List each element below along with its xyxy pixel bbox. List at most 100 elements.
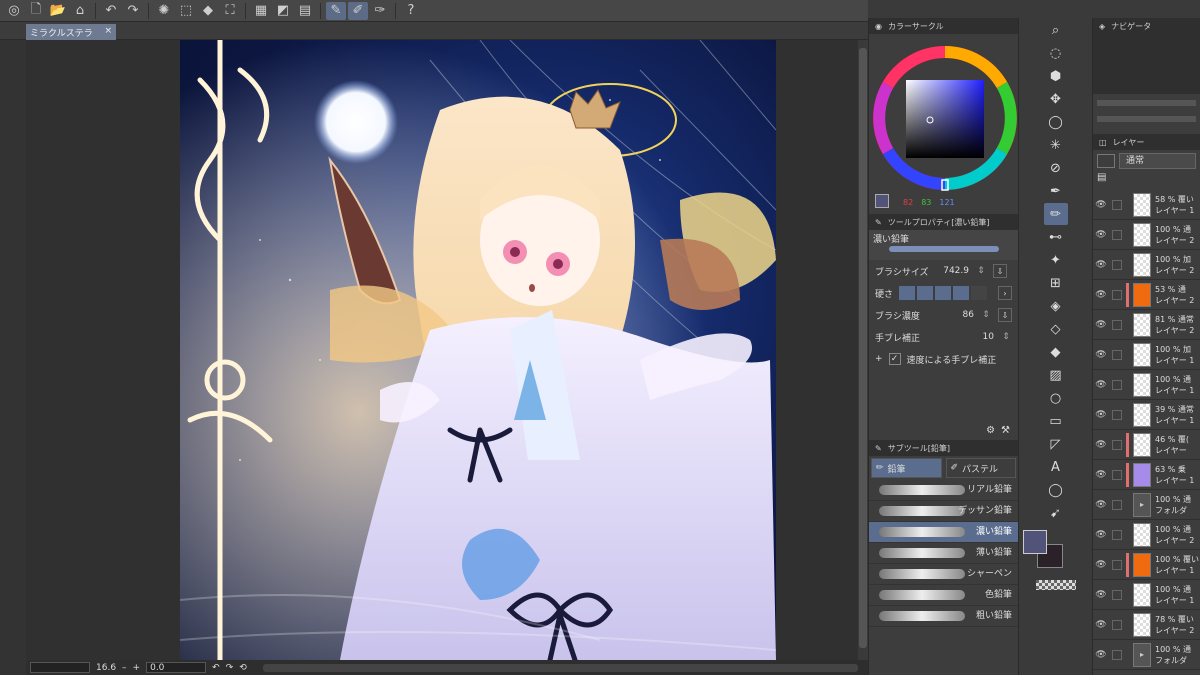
zoom-tool-icon[interactable]: ⌕: [1044, 19, 1068, 41]
density-dropdown-icon[interactable]: ⇩: [998, 308, 1012, 322]
layer-property-icon[interactable]: [1097, 154, 1115, 168]
save-icon[interactable]: ⌂: [70, 2, 90, 20]
layer-row[interactable]: 👁 63 % 乗レイヤー 1: [1093, 460, 1200, 490]
layer-lock-checkbox[interactable]: [1112, 619, 1122, 630]
blend-tool-icon[interactable]: ◈: [1044, 295, 1068, 317]
navigator-zoom-slider[interactable]: [1097, 100, 1196, 106]
eye-icon[interactable]: 👁: [1093, 380, 1109, 390]
eye-icon[interactable]: 👁: [1093, 470, 1109, 480]
rotate-right-icon[interactable]: ↷: [226, 663, 234, 673]
layer-lock-checkbox[interactable]: [1112, 319, 1122, 330]
brush-item[interactable]: 色鉛筆: [869, 585, 1018, 606]
brush-item[interactable]: 濃い鉛筆: [869, 522, 1018, 543]
tab-pencil[interactable]: ✏ 鉛筆: [871, 458, 942, 478]
brush-size-spinner-icon[interactable]: ⇕: [975, 266, 987, 276]
zoom-slider[interactable]: [30, 662, 90, 673]
main-color-chip[interactable]: [1023, 530, 1047, 554]
layer-lock-checkbox[interactable]: [1112, 649, 1122, 660]
layer-tab[interactable]: レイヤー: [1113, 137, 1145, 148]
shape-tool-icon[interactable]: ○: [1044, 387, 1068, 409]
layer-row[interactable]: 👁 100 % 通レイヤー 1: [1093, 580, 1200, 610]
main-color-swatch[interactable]: [875, 194, 889, 208]
decoration-tool-icon[interactable]: ⊞: [1044, 272, 1068, 294]
layer-lock-checkbox[interactable]: [1112, 259, 1122, 270]
pen-brush-icon[interactable]: ✎: [326, 1, 346, 20]
fill-tool-icon[interactable]: ◆: [1044, 341, 1068, 363]
undo-icon[interactable]: ↶: [101, 2, 121, 20]
ruler-icon[interactable]: ▤: [295, 2, 315, 20]
loading-spinner-icon[interactable]: ✺: [154, 2, 174, 20]
hardness-segments[interactable]: [899, 286, 992, 300]
frame-tool-icon[interactable]: ▭: [1044, 410, 1068, 432]
layer-lock-checkbox[interactable]: [1112, 559, 1122, 570]
artwork-canvas[interactable]: [180, 40, 776, 660]
reset-rotation-icon[interactable]: ⟲: [239, 663, 247, 673]
eye-icon[interactable]: 👁: [1093, 410, 1109, 420]
eye-icon[interactable]: 👁: [1093, 560, 1109, 570]
transform-icon[interactable]: ⬚: [176, 2, 196, 20]
eye-icon[interactable]: 👁: [1093, 620, 1109, 630]
brush-item[interactable]: シャーペン: [869, 564, 1018, 585]
layer-row[interactable]: 👁 39 % 通常 レイヤー 1: [1093, 400, 1200, 430]
eraser-icon[interactable]: ◇: [1044, 318, 1068, 340]
layer-lock-checkbox[interactable]: [1112, 289, 1122, 300]
move-tool-icon[interactable]: ✥: [1044, 88, 1068, 110]
eye-icon[interactable]: 👁: [1093, 200, 1109, 210]
settings-icon[interactable]: ⚙: [986, 425, 995, 436]
layer-icon[interactable]: ◩: [273, 2, 293, 20]
help-icon[interactable]: ?: [401, 2, 421, 20]
expand-icon[interactable]: +: [875, 354, 883, 364]
brush-item[interactable]: リアル鉛筆: [869, 480, 1018, 501]
layer-row[interactable]: 👁 81 % 通常 レイヤー 2: [1093, 310, 1200, 340]
new-file-icon[interactable]: 🗋: [26, 2, 46, 20]
layer-row[interactable]: 👁 53 % 通レイヤー 2: [1093, 280, 1200, 310]
eye-icon[interactable]: 👁: [1093, 260, 1109, 270]
document-tab[interactable]: ミラクルステラ ×: [26, 24, 116, 40]
tab-pastel[interactable]: ✐ パステル: [945, 458, 1016, 478]
navigator-preview[interactable]: [1093, 34, 1200, 94]
density-spinner-icon[interactable]: ⇕: [980, 310, 992, 320]
redo-icon[interactable]: ↷: [123, 2, 143, 20]
brush-item[interactable]: 粗い鉛筆: [869, 606, 1018, 627]
layer-row[interactable]: 👁 46 % 覆(レイヤー: [1093, 430, 1200, 460]
transparent-color-chip[interactable]: [1035, 580, 1076, 590]
pencil-tool-icon[interactable]: ✏: [1043, 203, 1068, 225]
stabilization-value[interactable]: 10: [968, 332, 994, 342]
layer-row[interactable]: 👁 100 % 通レイヤー 2: [1093, 220, 1200, 250]
canvas-scroll-thumb[interactable]: [859, 48, 867, 648]
eye-icon[interactable]: 👁: [1093, 350, 1109, 360]
layer-lock-checkbox[interactable]: [1112, 199, 1122, 210]
crop-icon[interactable]: ⛶: [220, 2, 240, 20]
eyedropper-icon[interactable]: ⊘: [1044, 157, 1068, 179]
layer-lock-checkbox[interactable]: [1112, 469, 1122, 480]
layer-row[interactable]: 👁 100 % 通レイヤー 1: [1093, 370, 1200, 400]
pen-stroke-icon[interactable]: ✐: [348, 1, 368, 20]
zoom-in-button[interactable]: +: [133, 663, 141, 673]
balloon-tool-icon[interactable]: ◯: [1044, 479, 1068, 501]
brush-item[interactable]: 薄い鉛筆: [869, 543, 1018, 564]
layer-row[interactable]: 👁 ▸ 100 % 通フォルダ: [1093, 640, 1200, 670]
pen-line-icon[interactable]: ✑: [370, 2, 390, 20]
eye-icon[interactable]: 👁: [1093, 650, 1109, 660]
eye-icon[interactable]: 👁: [1093, 320, 1109, 330]
horizontal-scrollbar[interactable]: [262, 663, 858, 672]
layer-lock-checkbox[interactable]: [1112, 409, 1122, 420]
layer-lock-checkbox[interactable]: [1112, 349, 1122, 360]
operation-tool-icon[interactable]: ➹: [1044, 502, 1068, 524]
blend-mode-select[interactable]: 通常: [1119, 153, 1196, 169]
navigator-rotate-slider[interactable]: [1097, 116, 1196, 122]
layer-row[interactable]: 👁 100 % 加レイヤー 2: [1093, 250, 1200, 280]
zoom-out-button[interactable]: –: [122, 663, 127, 673]
gradient-tool-icon[interactable]: ▨: [1044, 364, 1068, 386]
eye-icon[interactable]: 👁: [1093, 230, 1109, 240]
color-wheel[interactable]: [869, 34, 1019, 196]
brush-tool-icon[interactable]: ⊷: [1044, 226, 1068, 248]
wrench-icon[interactable]: ⚒: [1001, 425, 1010, 436]
stabilization-spinner-icon[interactable]: ⇕: [1000, 332, 1012, 342]
layer-row[interactable]: 👁 100 % 加レイヤー 1: [1093, 340, 1200, 370]
layer-row[interactable]: 👁 100 % 通レイヤー 2: [1093, 520, 1200, 550]
layer-row[interactable]: 👁 58 % 覆い レイヤー 1: [1093, 190, 1200, 220]
lasso-tool-icon[interactable]: ◌: [1044, 42, 1068, 64]
layer-settings-icon[interactable]: ▤: [1097, 172, 1106, 183]
object-tool-icon[interactable]: ⬢: [1044, 65, 1068, 87]
